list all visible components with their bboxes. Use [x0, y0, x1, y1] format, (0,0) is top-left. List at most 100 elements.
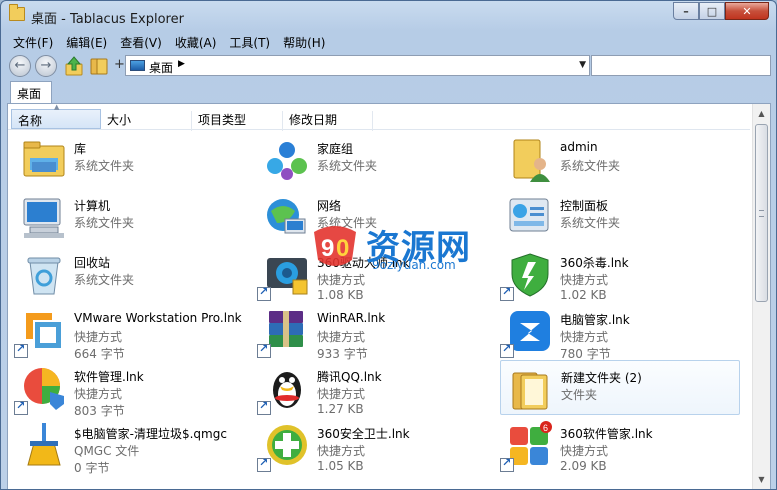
file-item[interactable]: WinRAR.lnk快捷方式933 字节	[257, 303, 497, 361]
scroll-grip-icon	[759, 210, 764, 217]
file-name: 计算机	[74, 199, 111, 213]
file-size: 1.02 KB	[560, 288, 607, 302]
file-item[interactable]: 家庭组 系统文件夹	[257, 132, 497, 187]
menu-bar: 文件(F) 编辑(E) 查看(V) 收藏(A) 工具(T) 帮助(H)	[7, 31, 332, 51]
file-size: 1.05 KB	[317, 459, 364, 473]
column-name[interactable]: 名称 ▲	[11, 103, 101, 129]
file-size: 2.09 KB	[560, 459, 607, 473]
file-item[interactable]: 6 360软件管家.lnk 快捷方式2.09 KB	[500, 417, 740, 473]
svg-text:6: 6	[543, 423, 548, 433]
file-type: 快捷方式	[560, 330, 609, 344]
column-size[interactable]: 大小	[101, 111, 192, 131]
file-type: 系统文件夹	[560, 216, 621, 230]
new-tab-button[interactable]: +	[114, 57, 125, 72]
user-folder-icon	[513, 139, 550, 182]
file-type: 系统文件夹	[74, 273, 135, 287]
file-item[interactable]: 电脑管家.lnk快捷方式780 字节	[500, 303, 740, 361]
file-list-pane: 名称 ▲ 大小 项目类型 修改日期 库系统文件夹 家庭组 系统文件夹 admin 系统文…	[7, 103, 771, 489]
shortcut-arrow-icon	[500, 285, 514, 301]
menu-help[interactable]: 帮助(H)	[277, 31, 332, 51]
file-type: 快捷方式	[317, 330, 366, 344]
library-icon	[23, 141, 65, 177]
menu-favorites[interactable]: 收藏(A)	[169, 31, 224, 51]
file-type: 快捷方式	[560, 444, 609, 458]
folder-app-icon	[9, 4, 25, 21]
file-name: 控制面板	[560, 199, 609, 213]
breadcrumb-caret-icon[interactable]: ▶	[178, 59, 185, 69]
tab-desktop[interactable]: 桌面	[10, 81, 52, 104]
file-type: 快捷方式	[560, 273, 609, 287]
file-type: 快捷方式	[317, 273, 366, 287]
file-type: QMGC 文件	[74, 444, 140, 458]
file-name: 回收站	[74, 256, 111, 270]
scroll-down-icon[interactable]: ▼	[754, 472, 769, 488]
window-title: 桌面 - Tablacus Explorer	[31, 12, 184, 27]
file-size: 1.27 KB	[317, 402, 364, 416]
file-name: admin	[560, 140, 598, 154]
file-item[interactable]: 软件管理.lnk快捷方式803 字节	[14, 360, 254, 418]
navigation-bar: ← → + 桌面 ▶ ▼	[7, 53, 771, 79]
file-item[interactable]: 腾讯QQ.lnk 快捷方式1.27 KB	[257, 360, 497, 416]
column-name-label: 名称	[18, 114, 43, 128]
address-dropdown-icon[interactable]: ▼	[579, 60, 586, 70]
file-item[interactable]: 回收站 系统文件夹	[14, 246, 254, 301]
folder-tree-icon[interactable]	[89, 56, 109, 76]
file-type: 系统文件夹	[74, 159, 135, 173]
file-type: 系统文件夹	[560, 159, 621, 173]
file-name: WinRAR.lnk	[317, 311, 386, 325]
network-icon	[267, 199, 306, 234]
menu-view[interactable]: 查看(V)	[114, 31, 169, 51]
back-button[interactable]: ←	[9, 55, 31, 77]
file-name: $电脑管家-清理垃圾$.qmgc	[74, 427, 227, 441]
explorer-window: 桌面 - Tablacus Explorer – □ ✕ 文件(F) 编辑(E)…	[0, 0, 777, 490]
file-item[interactable]: 360安全卫士.lnk 快捷方式1.05 KB	[257, 417, 497, 473]
column-header: 名称 ▲ 大小 项目类型 修改日期	[8, 103, 750, 131]
file-size: 1.08 KB	[317, 288, 364, 302]
menu-edit[interactable]: 编辑(E)	[60, 31, 114, 51]
maximize-button[interactable]: □	[699, 2, 725, 20]
shortcut-arrow-icon	[257, 456, 271, 472]
shortcut-arrow-icon	[257, 399, 271, 415]
broom-icon	[27, 423, 61, 466]
file-name: 360驱动大师.lnk	[317, 256, 410, 270]
title-bar[interactable]: 桌面 - Tablacus Explorer – □ ✕	[1, 1, 776, 31]
file-item[interactable]: 控制面板 系统文件夹	[500, 189, 740, 244]
file-item[interactable]: 360驱动大师.lnk 快捷方式1.08 KB	[257, 246, 497, 302]
file-type: 系统文件夹	[317, 216, 378, 230]
close-button[interactable]: ✕	[725, 2, 769, 20]
file-name: 360软件管家.lnk	[560, 427, 653, 441]
scroll-up-icon[interactable]: ▲	[754, 106, 769, 122]
forward-button[interactable]: →	[35, 55, 57, 77]
homegroup-icon	[267, 142, 307, 180]
file-item[interactable]: 新建文件夹 (2) 文件夹	[500, 360, 740, 415]
column-type[interactable]: 项目类型	[192, 111, 283, 131]
up-folder-icon[interactable]	[63, 55, 85, 77]
shortcut-arrow-icon	[500, 456, 514, 472]
column-modified[interactable]: 修改日期	[283, 111, 373, 131]
file-name: 360杀毒.lnk	[560, 256, 629, 270]
file-type: 文件夹	[561, 388, 598, 402]
file-item[interactable]: 库系统文件夹	[14, 132, 254, 187]
computer-icon	[23, 198, 64, 238]
address-text[interactable]: 桌面	[149, 59, 173, 76]
tab-bar: 桌面	[7, 81, 771, 104]
menu-tools[interactable]: 工具(T)	[223, 31, 277, 51]
vertical-scrollbar[interactable]: ▲ ▼	[752, 104, 770, 489]
file-item[interactable]: VMware Workstation Pro.lnk快捷方式664 字节	[14, 303, 254, 361]
file-name: 电脑管家.lnk	[560, 313, 630, 327]
file-item[interactable]: 网络 系统文件夹	[257, 189, 497, 244]
search-input[interactable]	[591, 55, 771, 76]
folder-icon	[512, 372, 548, 410]
control-panel-icon	[509, 198, 549, 232]
file-item[interactable]: 360杀毒.lnk 快捷方式1.02 KB	[500, 246, 740, 302]
scroll-thumb[interactable]	[755, 124, 768, 302]
file-name: VMware Workstation Pro.lnk	[74, 311, 242, 325]
menu-file[interactable]: 文件(F)	[7, 31, 60, 51]
file-name: 网络	[317, 199, 342, 213]
desktop-icon	[130, 60, 145, 71]
minimize-button[interactable]: –	[673, 2, 699, 20]
file-item[interactable]: admin 系统文件夹	[500, 132, 740, 187]
file-item[interactable]: 计算机 系统文件夹	[14, 189, 254, 244]
address-bar[interactable]: 桌面 ▶ ▼	[125, 55, 590, 76]
file-item[interactable]: $电脑管家-清理垃圾$.qmgc QMGC 文件 0 字节	[14, 417, 254, 475]
